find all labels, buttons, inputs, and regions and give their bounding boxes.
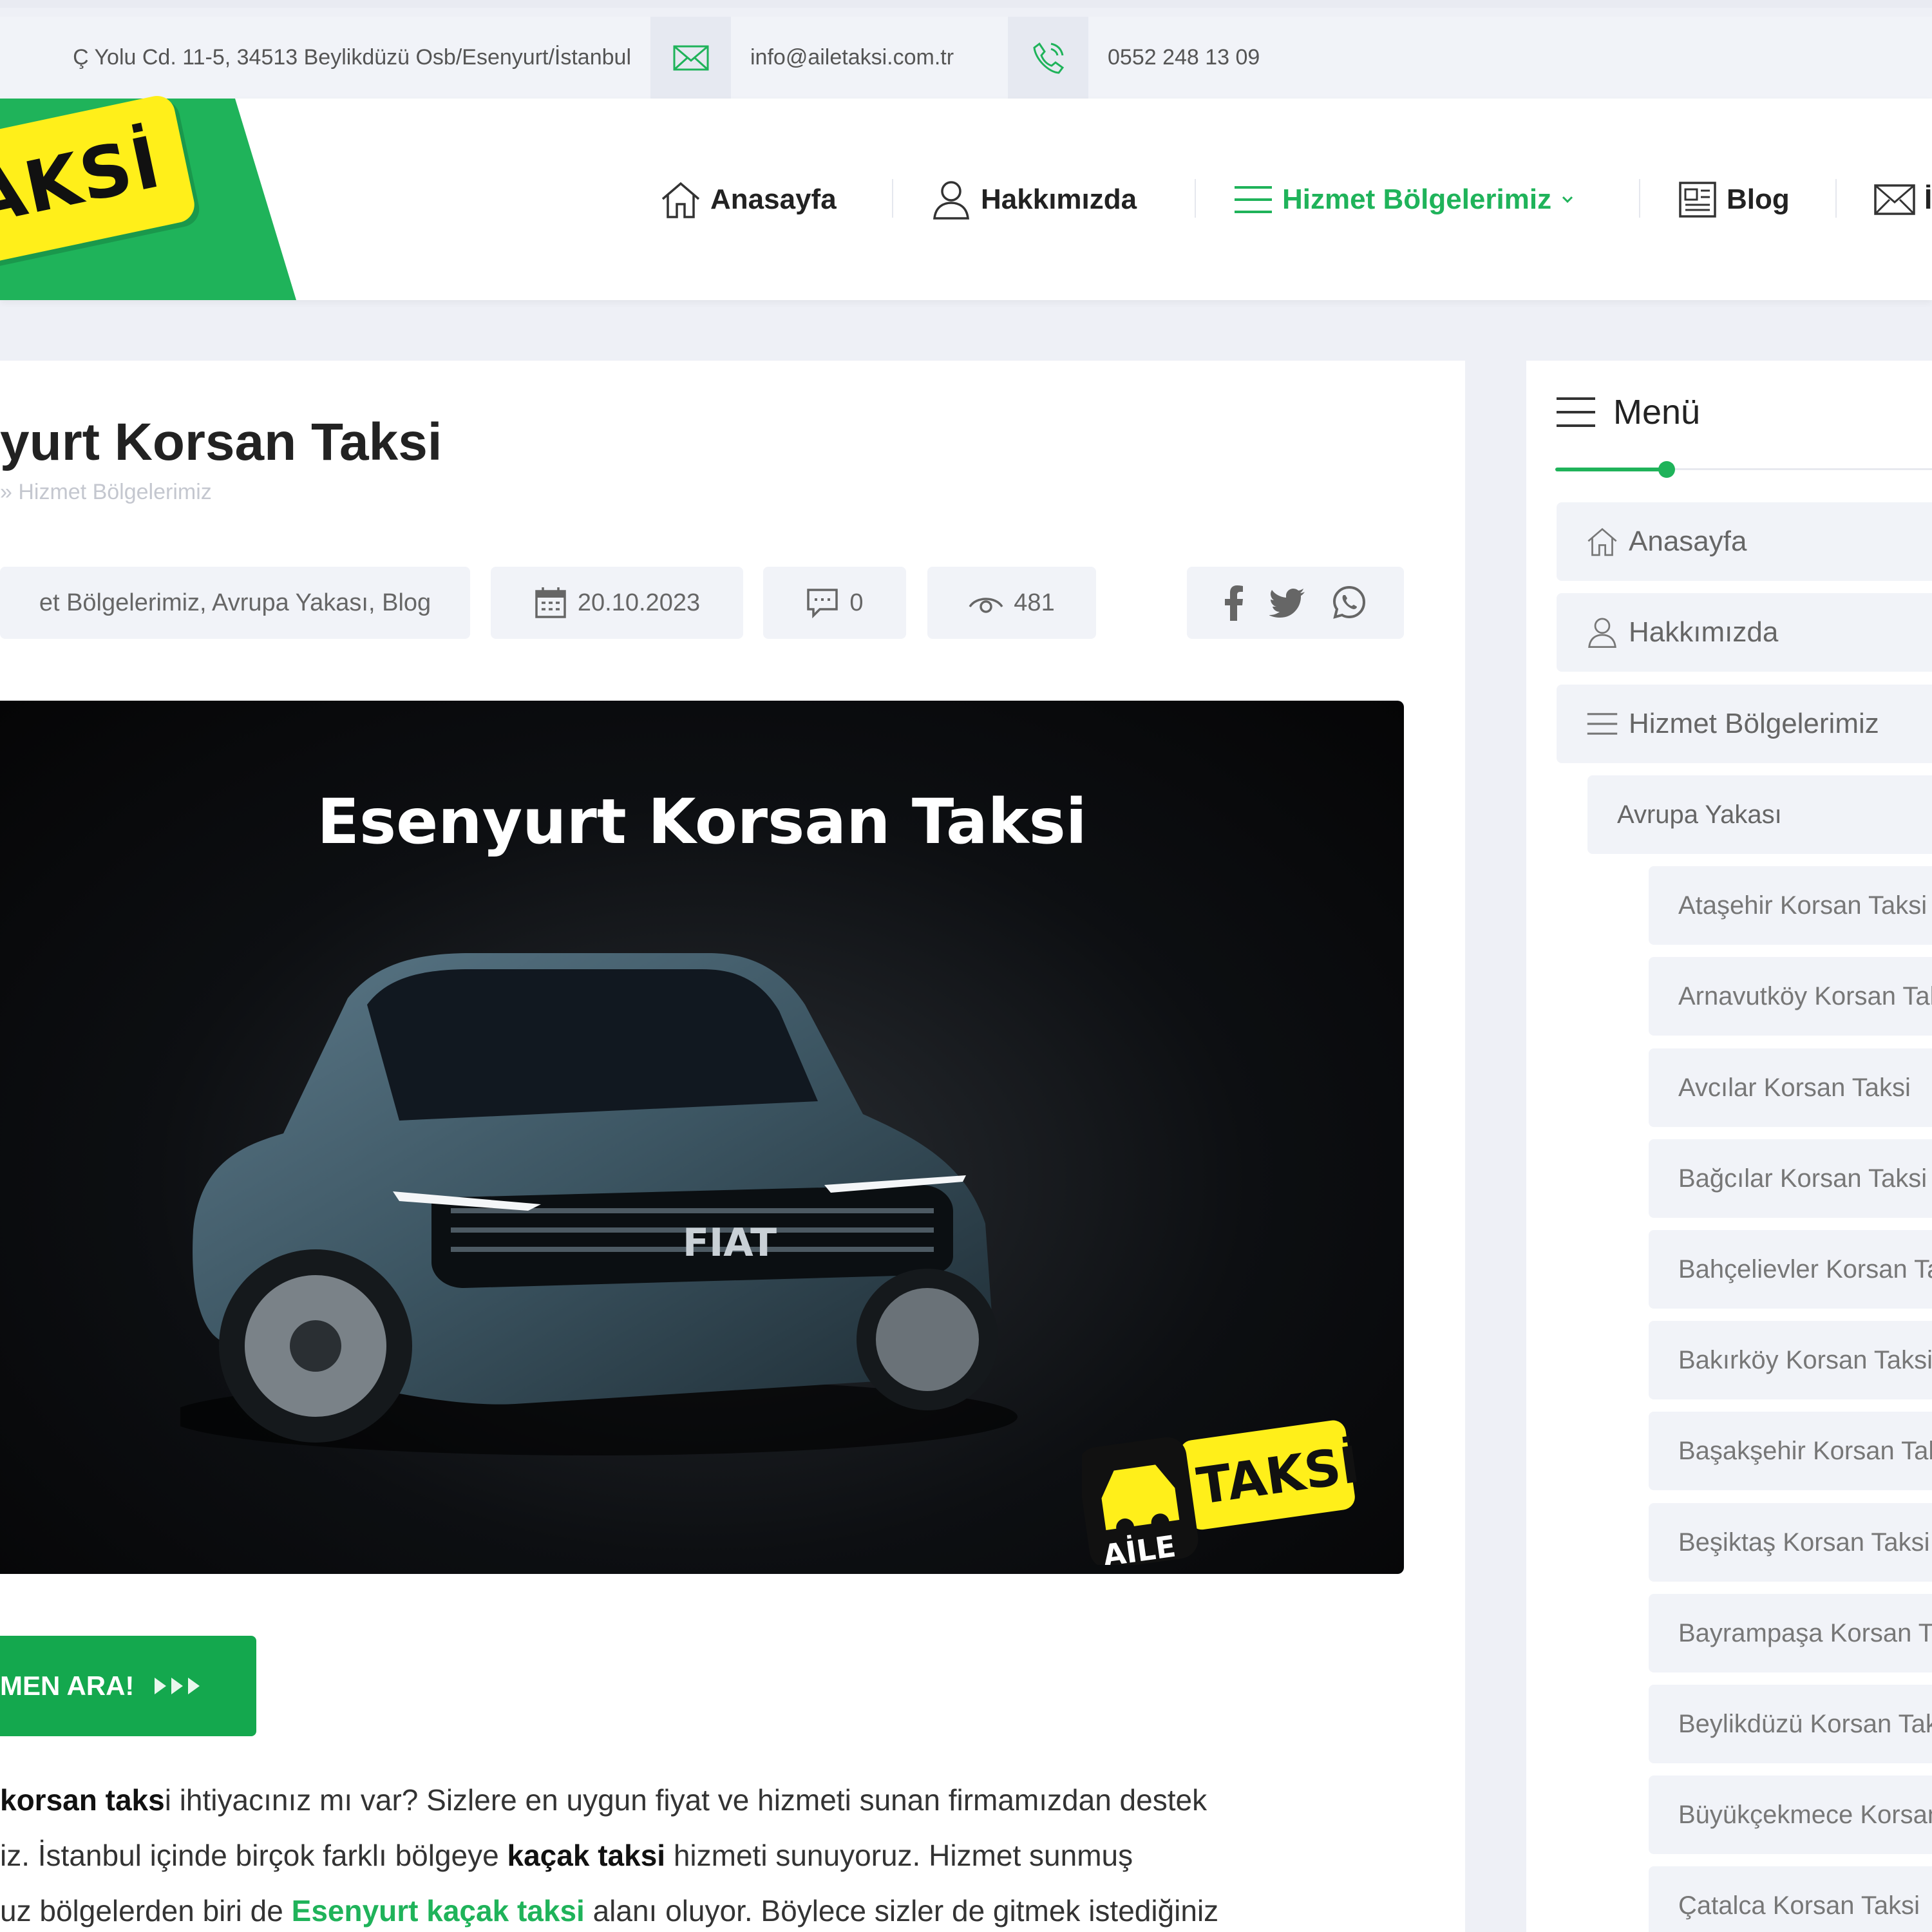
date-text: 20.10.2023: [577, 589, 701, 616]
article-paragraph-line: korsan taksi ihtiyacınız mı var? Sizlere…: [0, 1783, 1208, 1817]
email-link[interactable]: info@ailetaksi.com.tr: [750, 17, 954, 99]
svg-text:FIAT: FIAT: [683, 1220, 777, 1265]
esenyurt-link[interactable]: Esenyurt kaçak taksi: [292, 1894, 585, 1927]
menu-icon: [1235, 185, 1272, 213]
keyword-bold: kaçak taksi: [507, 1839, 666, 1872]
home-icon: [661, 182, 700, 218]
menu-icon: [1557, 397, 1595, 427]
hero-taxi-logo: AİLE TAKSİ: [1082, 1420, 1363, 1565]
mail-icon-box: [650, 17, 731, 99]
sidebar-item-service-areas[interactable]: Hizmet Bölgelerimiz: [1557, 685, 1932, 763]
newspaper-icon: [1679, 181, 1716, 218]
phone-icon-box: [1008, 17, 1088, 99]
sidebar-item-bayrampasa[interactable]: Bayrampaşa Korsan Taksi: [1649, 1594, 1932, 1672]
facebook-icon[interactable]: [1224, 585, 1244, 621]
nav-service-areas[interactable]: Hizmet Bölgelerimiz: [1233, 99, 1575, 300]
calendar-icon: [535, 587, 566, 618]
nav-about-label: Hakkımızda: [981, 183, 1137, 215]
meta-views: 481: [927, 567, 1096, 639]
page-title: yurt Korsan Taksi: [0, 413, 442, 471]
sidebar-item-bahcelievler[interactable]: Bahçelievler Korsan Taksi: [1649, 1230, 1932, 1309]
phone-icon: [1032, 42, 1064, 74]
info-bar: Ç Yolu Cd. 11-5, 34513 Beylikdüzü Osb/Es…: [0, 17, 1932, 99]
sidebar-title-label: Menü: [1613, 393, 1701, 431]
call-now-button[interactable]: MEN ARA!: [0, 1636, 256, 1736]
sidebar-item-home[interactable]: Anasayfa: [1557, 502, 1932, 581]
nav-separator: [1835, 179, 1837, 218]
sidebar-item-bagcilar[interactable]: Bağcılar Korsan Taksi: [1649, 1139, 1932, 1218]
sidebar-item-catalca[interactable]: Çatalca Korsan Taksi: [1649, 1866, 1932, 1932]
nav-contact[interactable]: İ: [1874, 99, 1932, 300]
sidebar-item-buyukcekmece[interactable]: Büyükçekmece Korsan Taksi: [1649, 1776, 1932, 1854]
top-strip: [0, 0, 1932, 8]
hero-title: Esenyurt Korsan Taksi: [317, 786, 1087, 858]
breadcrumb[interactable]: » Hizmet Bölgelerimiz: [0, 480, 212, 505]
mail-icon: [673, 45, 708, 70]
meta-comments[interactable]: 0: [763, 567, 906, 639]
sidebar-item-atasehir[interactable]: Ataşehir Korsan Taksi: [1649, 866, 1932, 945]
sidebar-item-basaksehir[interactable]: Başakşehir Korsan Taksi: [1649, 1412, 1932, 1490]
sidebar-divider-dot: [1658, 461, 1675, 478]
address-text: Ç Yolu Cd. 11-5, 34513 Beylikdüzü Osb/Es…: [73, 45, 631, 70]
sidebar-item-besiktas[interactable]: Beşiktaş Korsan Taksi: [1649, 1503, 1932, 1582]
nav-about[interactable]: Hakkımızda: [931, 99, 1137, 300]
user-icon: [933, 180, 969, 220]
eye-icon: [969, 598, 1003, 613]
site-header: TAKSİ Anasayfa Hakkımızda Hizmet Bölgele…: [0, 92, 1932, 300]
article-paragraph-line: iz. İstanbul içinde birçok farklı bölgey…: [0, 1839, 1133, 1872]
triple-arrow-icon: [155, 1678, 200, 1694]
nav-separator: [1195, 179, 1196, 218]
chevron-down-icon: [1562, 196, 1573, 203]
home-icon: [1587, 527, 1617, 556]
nav-home-label: Anasayfa: [710, 183, 837, 215]
nav-contact-label: İ: [1924, 183, 1932, 215]
twitter-icon[interactable]: [1269, 588, 1305, 618]
nav-separator: [892, 179, 893, 218]
keyword-bold: korsan taks: [0, 1783, 165, 1817]
view-count: 481: [1014, 589, 1055, 616]
comment-count: 0: [849, 589, 864, 616]
sidebar-title: Menü: [1555, 386, 1700, 438]
sidebar-item-europe-side[interactable]: Avrupa Yakası: [1587, 775, 1932, 854]
sidebar-item-bakirkoy[interactable]: Bakırköy Korsan Taksi: [1649, 1321, 1932, 1399]
sidebar-item-arnavutkoy[interactable]: Arnavutköy Korsan Taksi: [1649, 957, 1932, 1036]
article-paragraph-line: uz bölgelerden biri de Esenyurt kaçak ta…: [0, 1894, 1219, 1927]
meta-categories[interactable]: et Bölgelerimiz, Avrupa Yakası, Blog: [0, 567, 470, 639]
car-image: FIAT: [180, 953, 1018, 1455]
whatsapp-icon[interactable]: [1331, 585, 1367, 621]
comment-icon: [807, 589, 838, 618]
phone-link[interactable]: 0552 248 13 09: [1108, 17, 1260, 99]
sidebar-item-avcilar[interactable]: Avcılar Korsan Taksi: [1649, 1048, 1932, 1127]
nav-blog[interactable]: Blog: [1678, 99, 1790, 300]
nav-home[interactable]: Anasayfa: [660, 99, 837, 300]
sidebar-item-about[interactable]: Hakkımızda: [1557, 593, 1932, 672]
share-bar: [1187, 567, 1404, 639]
user-icon: [1588, 618, 1616, 649]
menu-icon: [1587, 713, 1618, 735]
meta-date: 20.10.2023: [491, 567, 743, 639]
nav-separator: [1639, 179, 1640, 218]
nav-service-areas-label: Hizmet Bölgelerimiz: [1282, 183, 1552, 215]
sidebar-item-beylikduzu[interactable]: Beylikdüzü Korsan Taksi: [1649, 1685, 1932, 1763]
sidebar-divider-accent: [1555, 468, 1665, 471]
call-now-label: MEN ARA!: [0, 1671, 135, 1701]
categories-text: et Bölgelerimiz, Avrupa Yakası, Blog: [39, 589, 431, 616]
nav-blog-label: Blog: [1727, 183, 1790, 215]
mail-icon: [1874, 184, 1915, 215]
